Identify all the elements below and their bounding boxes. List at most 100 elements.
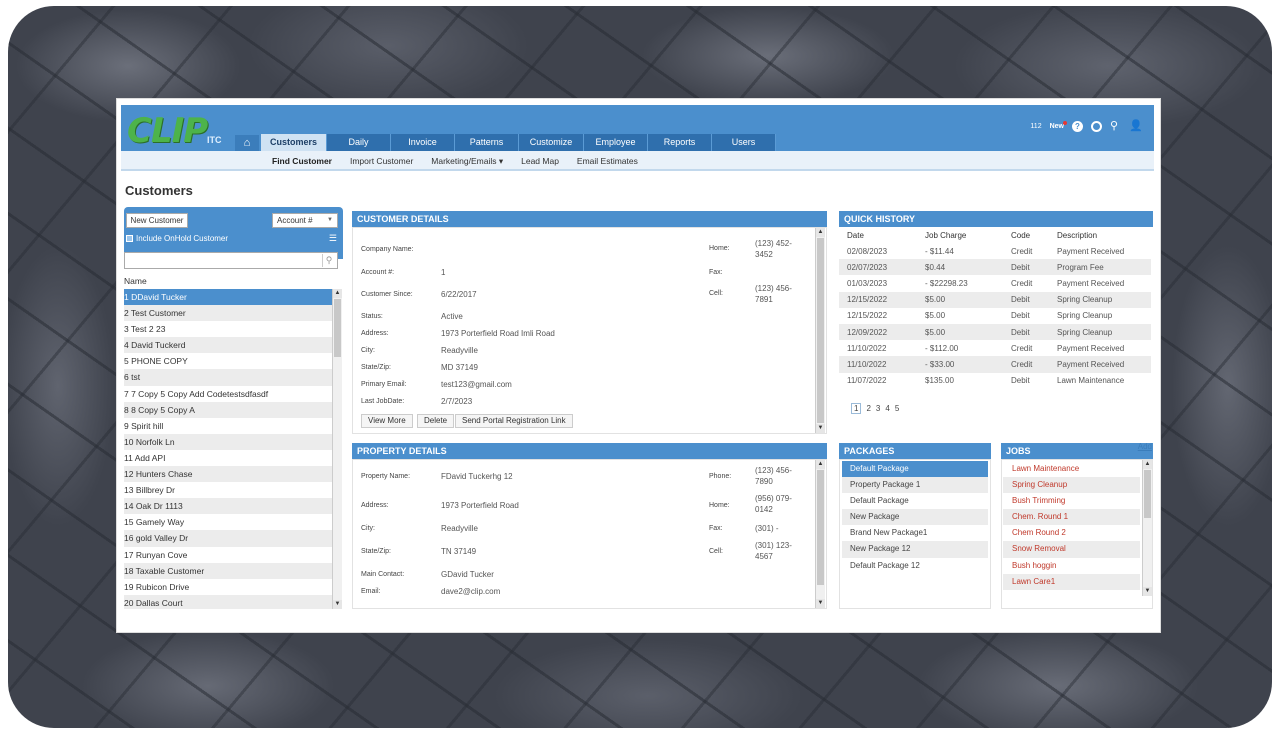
clip-logo[interactable]: CLIP ITC (127, 109, 222, 151)
list-item[interactable]: Brand New Package1 (842, 525, 988, 541)
list-item[interactable]: 10 Norfolk Ln (124, 433, 332, 450)
subnav-lead-map[interactable]: Lead Map (512, 151, 568, 171)
view-more-button[interactable]: View More (361, 414, 413, 428)
account-select[interactable]: Account # ▼ (272, 213, 338, 228)
scroll-down-icon[interactable]: ▼ (333, 600, 342, 609)
list-item[interactable]: 19 Rubicon Drive (124, 579, 332, 595)
help-icon[interactable]: ? (1072, 121, 1083, 132)
list-item[interactable]: 20 Dallas Court (124, 594, 332, 609)
nav-reports[interactable]: Reports (648, 134, 712, 151)
scroll-up-icon[interactable]: ▲ (816, 460, 825, 469)
table-row[interactable]: 11/07/2022 $135.00 Debit Lawn Maintenance (839, 373, 1151, 389)
list-item[interactable]: Lawn Maintenance (1003, 461, 1140, 477)
subnav-marketing-emails[interactable]: Marketing/Emails ▾ (422, 151, 512, 171)
list-view-icon[interactable]: ☰ (329, 233, 337, 244)
scroll-thumb[interactable] (1144, 470, 1151, 518)
table-row[interactable]: 11/10/2022- $33.00 Credit Payment Received (839, 356, 1151, 373)
scroll-thumb[interactable] (817, 470, 824, 585)
list-item[interactable]: 3 Test 2 23 (124, 321, 332, 337)
table-row[interactable]: 12/15/2022 $5.00 Debit Spring Cleanup (839, 291, 1151, 308)
subnav-find-customer[interactable]: Find Customer (263, 151, 341, 171)
list-item[interactable]: Bush hoggin (1003, 558, 1140, 574)
list-item[interactable]: New Package (842, 509, 988, 526)
nav-invoice[interactable]: Invoice (391, 134, 455, 151)
list-item[interactable]: 15 Gamely Way (124, 514, 332, 530)
list-item[interactable]: 7 7 Copy 5 Copy Add Codetestsdfasdf (124, 386, 332, 402)
col-description[interactable]: Description (1057, 227, 1151, 243)
delete-button[interactable]: Delete (417, 414, 455, 428)
onhold-toggle[interactable]: Include OnHold Customer (126, 234, 228, 243)
list-item[interactable]: 1 DDavid Tucker (124, 289, 332, 306)
page-4[interactable]: 4 (885, 404, 889, 413)
list-item[interactable]: 14 Oak Dr 1113 (124, 498, 332, 515)
list-item[interactable]: 16 gold Valley Dr (124, 530, 332, 547)
customer-search-input[interactable]: ⚲ (124, 252, 338, 269)
subnav-email-estimates[interactable]: Email Estimates (568, 151, 647, 171)
user-icon[interactable]: 👤 (1129, 121, 1143, 132)
table-row[interactable]: 12/15/2022 $5.00 Debit Spring Cleanup (839, 308, 1151, 324)
news-badge[interactable]: New (1050, 121, 1067, 130)
nav-customize[interactable]: Customize (519, 134, 584, 151)
list-item[interactable]: 13 Billbrey Dr (124, 482, 332, 498)
list-item[interactable]: 4 David Tuckerd (124, 337, 332, 354)
scroll-up-icon[interactable]: ▲ (816, 228, 825, 237)
scroll-down-icon[interactable]: ▼ (816, 599, 825, 608)
list-item[interactable]: 11 Add API (124, 450, 332, 466)
page-3[interactable]: 3 (876, 404, 880, 413)
jobs-scrollbar[interactable]: ▲ ▼ (1142, 460, 1152, 596)
nav-patterns[interactable]: Patterns (455, 134, 519, 151)
table-row[interactable]: 11/10/2022 - $112.00 Credit Payment Receive… (839, 340, 1151, 356)
power-icon[interactable] (1091, 121, 1102, 132)
customer-list-scrollbar[interactable]: ▲ ▼ (332, 289, 342, 609)
list-item[interactable]: Default Package (842, 493, 988, 509)
list-item[interactable]: Spring Cleanup (1003, 477, 1140, 494)
list-item[interactable]: New Package 12 (842, 541, 988, 558)
new-customer-button[interactable]: New Customer (126, 213, 188, 228)
scroll-thumb[interactable] (817, 238, 824, 423)
scroll-up-icon[interactable]: ▲ (333, 289, 342, 298)
list-item[interactable]: 17 Runyan Cove (124, 547, 332, 563)
property-details-scrollbar[interactable]: ▲ ▼ (815, 460, 825, 608)
onhold-checkbox[interactable] (126, 235, 133, 242)
list-item[interactable]: 2 Test Customer (124, 305, 332, 322)
home-icon[interactable]: ⌂ (235, 135, 259, 151)
page-1[interactable]: 1 (851, 403, 862, 414)
name-column-header[interactable]: Name (124, 276, 147, 286)
scroll-thumb[interactable] (334, 299, 341, 357)
list-item[interactable]: Default Package 12 (842, 558, 988, 574)
list-item[interactable]: 9 Spirit hill (124, 418, 332, 434)
table-row[interactable]: 02/07/2023 $0.44 Debit Program Fee (839, 259, 1151, 276)
customer-details-scrollbar[interactable]: ▲ ▼ (815, 228, 825, 433)
col-job-charge[interactable]: Job Charge (925, 227, 1011, 243)
col-date[interactable]: Date (839, 227, 925, 243)
scroll-down-icon[interactable]: ▼ (816, 424, 825, 433)
list-item[interactable]: Default Package (842, 461, 988, 478)
add-job-link[interactable]: Add (1138, 439, 1152, 455)
search-icon[interactable]: ⚲ (322, 254, 335, 267)
list-item[interactable]: Property Package 1 (842, 477, 988, 494)
page-5[interactable]: 5 (895, 404, 899, 413)
list-item[interactable]: 18 Taxable Customer (124, 562, 332, 579)
list-item[interactable]: 12 Hunters Chase (124, 466, 332, 483)
page-2[interactable]: 2 (866, 404, 870, 413)
list-item[interactable]: Lawn Care1 (1003, 573, 1140, 590)
list-item[interactable]: Chem. Round 1 (1003, 509, 1140, 526)
nav-customers[interactable]: Customers (261, 134, 327, 151)
list-item[interactable]: Bush Trimming (1003, 493, 1140, 509)
nav-employee[interactable]: Employee (584, 134, 648, 151)
subnav-import-customer[interactable]: Import Customer (341, 151, 422, 171)
nav-users[interactable]: Users (712, 134, 776, 151)
nav-daily[interactable]: Daily (327, 134, 391, 151)
table-row[interactable]: 12/09/2022 $5.00 Debit Spring Cleanup (839, 323, 1151, 341)
list-item[interactable]: 6 tst (124, 369, 332, 386)
list-item[interactable]: 5 PHONE COPY (124, 353, 332, 369)
col-code[interactable]: Code (1011, 227, 1057, 243)
search-icon[interactable]: ⚲ (1110, 121, 1121, 132)
list-item[interactable]: Snow Removal (1003, 541, 1140, 558)
scroll-down-icon[interactable]: ▼ (1143, 587, 1152, 596)
send-portal-link-button[interactable]: Send Portal Registration Link (455, 414, 573, 428)
table-row[interactable]: 01/03/2023 - $22298.23 Credit Payment Recei… (839, 275, 1151, 291)
list-item[interactable]: Chem Round 2 (1003, 525, 1140, 541)
list-item[interactable]: 8 8 Copy 5 Copy A (124, 401, 332, 418)
table-row[interactable]: 02/08/2023 - $11.44 Credit Payment Received (839, 243, 1151, 259)
